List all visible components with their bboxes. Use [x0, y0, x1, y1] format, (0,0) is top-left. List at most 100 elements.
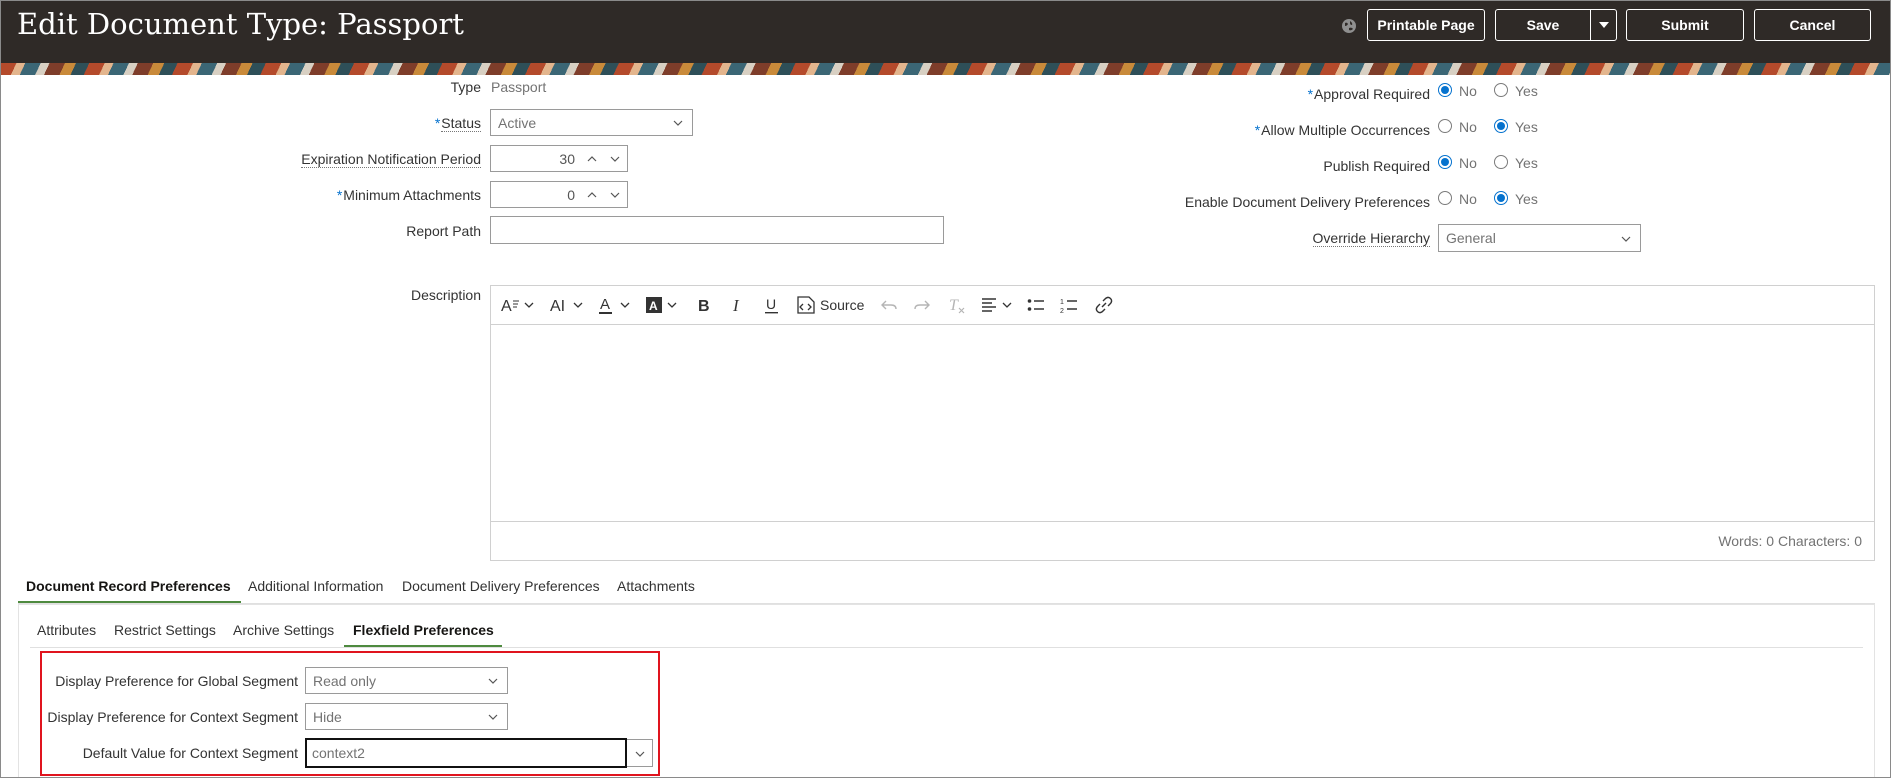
text-color-icon: A	[599, 296, 630, 314]
override-hierarchy-label: Override Hierarchy	[1312, 230, 1430, 247]
tab-additional-information[interactable]: Additional Information	[248, 578, 383, 594]
editor-status-bar: Words: 0 Characters: 0	[491, 521, 1874, 560]
status-label: *Status	[434, 115, 481, 132]
svg-text:1: 1	[1060, 299, 1064, 306]
cancel-button[interactable]: Cancel	[1754, 9, 1871, 41]
undo-icon	[881, 300, 897, 310]
bulleted-list-icon	[1027, 299, 1044, 311]
allow-multiple-occurrences-yes-label: Yes	[1515, 119, 1538, 135]
save-menu-caret-icon[interactable]	[1599, 22, 1609, 28]
approval-required-yes-radio[interactable]	[1494, 83, 1508, 97]
svg-text:A: A	[649, 299, 658, 313]
page-title: Edit Document Type: Passport	[17, 7, 464, 41]
enable-document-delivery-preferences-yes-label: Yes	[1515, 191, 1538, 207]
decrement-icon[interactable]	[610, 156, 620, 162]
svg-text:U: U	[766, 296, 776, 312]
subtab-restrict-settings[interactable]: Restrict Settings	[114, 622, 216, 638]
source-label: Source	[820, 297, 865, 313]
subtabs-divider	[30, 647, 1863, 648]
editor-content-area[interactable]	[491, 325, 1874, 523]
header-decorative-band	[1, 63, 1890, 75]
font-family-icon: AI	[550, 298, 583, 315]
approval-required-no-radio[interactable]	[1438, 83, 1452, 97]
svg-text:I: I	[732, 296, 740, 315]
undo-button[interactable]	[880, 295, 898, 315]
decrement-icon[interactable]	[610, 192, 620, 198]
font-size-icon: A	[501, 298, 534, 315]
report-path-input[interactable]	[490, 216, 944, 244]
underline-icon: U	[765, 296, 778, 314]
font-family-button[interactable]: AI	[550, 295, 586, 315]
approval-required-label: *Approval Required	[1307, 86, 1430, 102]
globe-icon[interactable]	[1341, 18, 1357, 34]
publish-required-no-label: No	[1459, 155, 1477, 171]
default-context-segment-dropdown-button[interactable]	[627, 739, 653, 767]
allow-multiple-occurrences-no-radio[interactable]	[1438, 119, 1452, 133]
text-color-button[interactable]: A	[599, 295, 635, 315]
publish-required-no-radio[interactable]	[1438, 155, 1452, 169]
tab-document-record-preferences[interactable]: Document Record Preferences	[26, 578, 231, 594]
publish-required-label: Publish Required	[1323, 158, 1430, 174]
enable-document-delivery-preferences-no-label: No	[1459, 191, 1477, 207]
required-indicator: *	[1307, 86, 1314, 102]
italic-icon: I	[732, 296, 740, 315]
bulleted-list-button[interactable]	[1027, 295, 1045, 315]
allow-multiple-occurrences-no-label: No	[1459, 119, 1477, 135]
override-hierarchy-select[interactable]: General	[1438, 224, 1641, 252]
subtab-flexfield-preferences[interactable]: Flexfield Preferences	[353, 622, 494, 638]
background-color-button[interactable]: A	[646, 295, 682, 315]
chevron-down-icon	[635, 751, 645, 757]
italic-button[interactable]: I	[731, 295, 747, 315]
align-button[interactable]	[981, 295, 1015, 315]
svg-text:2: 2	[1060, 308, 1064, 315]
cancel-label: Cancel	[1789, 17, 1836, 33]
chevron-down-icon	[1621, 236, 1631, 242]
increment-icon[interactable]	[587, 192, 597, 198]
tab-attachments[interactable]: Attachments	[617, 578, 695, 594]
default-context-segment-input[interactable]: context2	[305, 738, 627, 768]
numbered-list-button[interactable]: 1 2	[1060, 295, 1078, 315]
global-segment-value: Read only	[313, 673, 377, 689]
publish-required-yes-label: Yes	[1515, 155, 1538, 171]
redo-button[interactable]	[913, 295, 931, 315]
context-segment-select[interactable]: Hide	[305, 703, 508, 730]
redo-icon	[914, 300, 930, 310]
tab-document-delivery-preferences[interactable]: Document Delivery Preferences	[402, 578, 600, 594]
override-hierarchy-value: General	[1446, 230, 1496, 246]
expiration-notification-period-value: 30	[559, 151, 575, 167]
report-path-label: Report Path	[406, 223, 481, 239]
insert-link-button[interactable]	[1095, 295, 1113, 315]
context-segment-value: Hide	[313, 709, 342, 725]
increment-icon[interactable]	[587, 156, 597, 162]
enable-document-delivery-preferences-yes-radio[interactable]	[1494, 191, 1508, 205]
bold-button[interactable]: B	[697, 295, 713, 315]
subtab-attributes[interactable]: Attributes	[37, 622, 96, 638]
context-segment-label: Display Preference for Context Segment	[47, 709, 298, 725]
description-label: Description	[410, 287, 481, 303]
clear-formatting-icon: T	[949, 297, 965, 314]
clear-formatting-button[interactable]: T	[948, 295, 966, 315]
publish-required-yes-radio[interactable]	[1494, 155, 1508, 169]
printable-page-label: Printable Page	[1377, 17, 1475, 33]
font-size-button[interactable]: A	[501, 295, 537, 315]
svg-text:A: A	[600, 296, 610, 313]
printable-page-button[interactable]: Printable Page	[1367, 9, 1485, 41]
save-button[interactable]: Save	[1495, 9, 1617, 41]
subtab-archive-settings[interactable]: Archive Settings	[233, 622, 334, 638]
required-indicator: *	[434, 115, 441, 131]
svg-text:AI: AI	[550, 298, 565, 315]
global-segment-select[interactable]: Read only	[305, 667, 508, 694]
submit-button[interactable]: Submit	[1626, 9, 1744, 41]
underline-button[interactable]: U	[764, 295, 780, 315]
expiration-notification-period-input[interactable]: 30	[490, 145, 628, 172]
global-segment-label: Display Preference for Global Segment	[55, 673, 298, 689]
allow-multiple-occurrences-label: *Allow Multiple Occurrences	[1254, 122, 1430, 138]
status-select[interactable]: Active	[490, 109, 693, 136]
save-label: Save	[1526, 17, 1560, 33]
source-button[interactable]: Source	[795, 295, 864, 315]
minimum-attachments-input[interactable]: 0	[490, 181, 628, 208]
required-indicator: *	[1254, 122, 1261, 138]
allow-multiple-occurrences-yes-radio[interactable]	[1494, 119, 1508, 133]
align-left-icon	[982, 298, 1012, 312]
enable-document-delivery-preferences-no-radio[interactable]	[1438, 191, 1452, 205]
